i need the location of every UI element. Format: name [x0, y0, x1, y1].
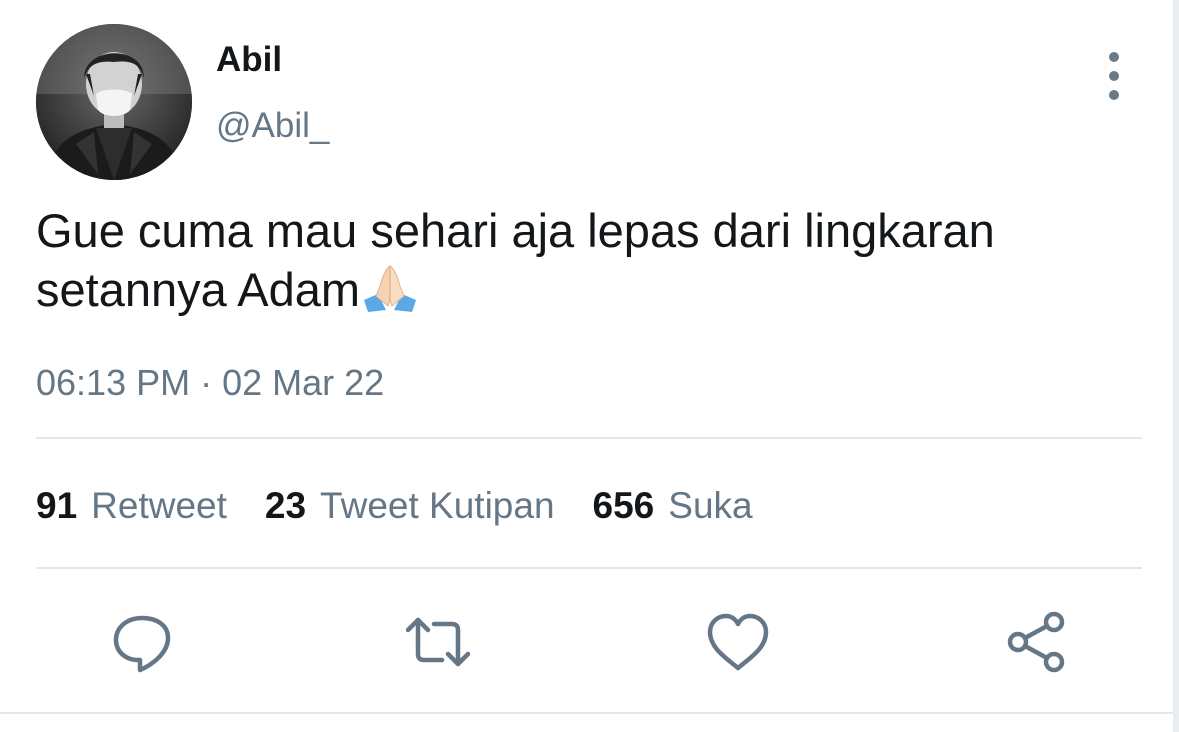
stat-retweets[interactable]: 91 Retweet	[36, 484, 227, 528]
like-icon	[707, 613, 769, 671]
divider	[36, 567, 1142, 569]
stat-count: 91	[36, 485, 78, 526]
share-icon	[1007, 611, 1065, 673]
tweet-text: Gue cuma mau sehari aja lepas dari lingk…	[36, 202, 1116, 319]
divider	[0, 712, 1173, 714]
retweet-icon	[406, 617, 470, 667]
stat-count: 23	[264, 485, 307, 526]
stat-quote-tweets[interactable]: 23 Tweet Kutipan	[265, 484, 555, 528]
scrollbar-edge	[1173, 0, 1179, 732]
divider	[36, 437, 1142, 439]
share-button[interactable]	[1004, 610, 1068, 674]
tweet-stats: 91 Retweet 23 Tweet Kutipan 656 Suka	[36, 484, 791, 528]
display-name[interactable]: Abil	[216, 40, 282, 80]
stat-label: Tweet Kutipan	[320, 485, 555, 526]
more-dot-icon	[1109, 52, 1119, 62]
avatar[interactable]	[36, 24, 192, 180]
folded-hands-emoji-icon	[360, 260, 420, 314]
tweet-text-content: Gue cuma mau sehari aja lepas dari lingk…	[36, 204, 995, 316]
stat-likes[interactable]: 656 Suka	[593, 484, 753, 528]
more-dot-icon	[1109, 71, 1119, 81]
more-options-button[interactable]	[1096, 52, 1132, 100]
reply-button[interactable]	[110, 610, 174, 674]
stat-label: Retweet	[91, 485, 227, 526]
stat-count: 656	[592, 485, 655, 526]
user-handle[interactable]: @Abil_	[216, 106, 329, 146]
tweet-timestamp[interactable]: 06:13 PM · 02 Mar 22	[36, 362, 384, 404]
tweet-detail: Abil @Abil_ Gue cuma mau sehari aja lepa…	[0, 0, 1179, 732]
like-button[interactable]	[706, 610, 770, 674]
reply-icon	[113, 615, 171, 673]
stat-label: Suka	[668, 485, 753, 526]
retweet-button[interactable]	[406, 610, 470, 674]
more-dot-icon	[1109, 90, 1119, 100]
